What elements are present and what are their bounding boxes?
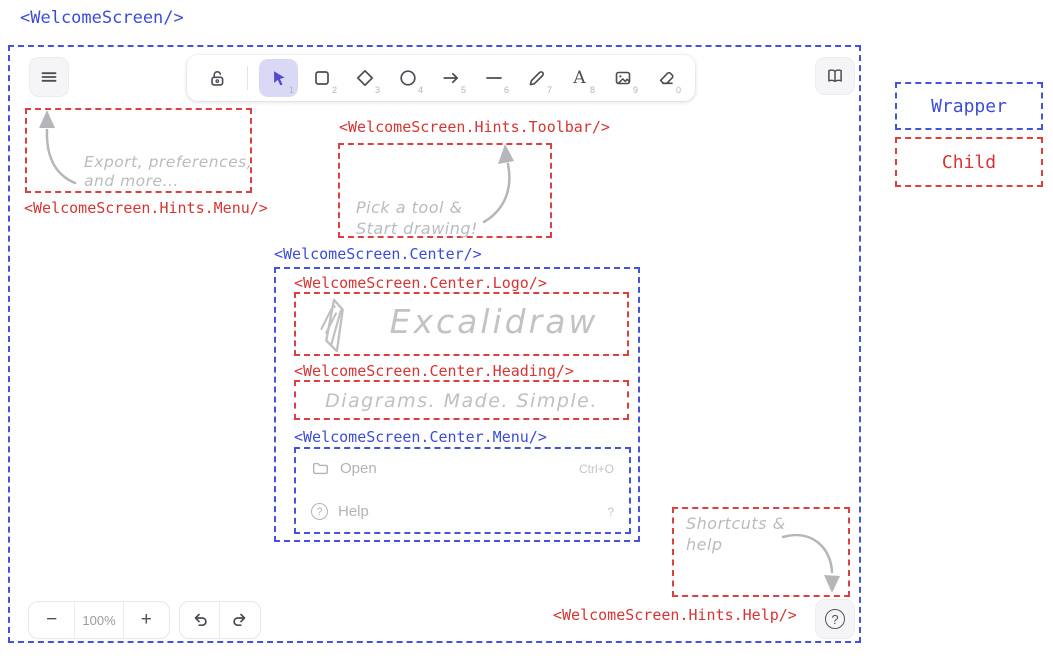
- question-circle-icon: ?: [311, 503, 328, 520]
- text-tool-icon: A: [573, 68, 585, 88]
- hints-toolbar-text: Pick a tool & Start drawing!: [356, 197, 478, 239]
- menu-item-label: Help: [338, 503, 369, 520]
- cursor-icon: [269, 68, 289, 88]
- hints-help-text: Shortcuts & help: [686, 513, 786, 555]
- zoom-level-readout[interactable]: 100%: [75, 602, 122, 638]
- center-logo-box: Excalidraw: [294, 292, 629, 356]
- undo-arrow-icon: [190, 610, 210, 630]
- tool-shortcut-number: 1: [289, 85, 294, 95]
- line-icon: [484, 68, 504, 88]
- arrow-icon: [441, 68, 461, 88]
- menu-item-shortcut: ?: [607, 505, 614, 519]
- tool-text[interactable]: A 8: [560, 59, 599, 97]
- diamond-icon: [355, 68, 375, 88]
- menu-item-shortcut: Ctrl+O: [579, 462, 614, 476]
- folder-icon: [311, 459, 330, 478]
- legend-wrapper-label: Wrapper: [931, 96, 1007, 117]
- tool-toolbar: 1 2 3 4 5: [187, 55, 695, 101]
- excalidraw-logo-text: Excalidraw: [364, 302, 624, 341]
- center-label: <WelcomeScreen.Center/>: [274, 245, 482, 263]
- help-button[interactable]: ?: [815, 599, 855, 639]
- center-logo-label: <WelcomeScreen.Center.Logo/>: [294, 274, 547, 292]
- eraser-icon: [656, 68, 676, 88]
- hints-help-text-line1: Shortcuts &: [686, 513, 786, 534]
- tool-shortcut-number: 0: [676, 85, 681, 95]
- hints-menu-label: <WelcomeScreen.Hints.Menu/>: [24, 199, 268, 217]
- center-menu-item-open[interactable]: Open Ctrl+O: [311, 459, 614, 478]
- minus-icon: −: [46, 609, 57, 631]
- hints-help-label: <WelcomeScreen.Hints.Help/>: [553, 606, 797, 624]
- tool-shortcut-number: 7: [547, 85, 552, 95]
- redo-button[interactable]: [220, 602, 260, 638]
- library-button[interactable]: [815, 57, 855, 95]
- tool-shortcut-number: 6: [504, 85, 509, 95]
- center-heading-box: Diagrams. Made. Simple.: [294, 380, 629, 420]
- question-circle-icon: ?: [825, 609, 845, 629]
- tool-eraser[interactable]: 0: [646, 59, 685, 97]
- tool-line[interactable]: 6: [474, 59, 513, 97]
- book-icon: [825, 66, 845, 86]
- hints-toolbar-text-line2: Start drawing!: [356, 218, 478, 239]
- main-menu-button[interactable]: [29, 57, 69, 97]
- center-heading-text: Diagrams. Made. Simple.: [296, 390, 627, 412]
- hints-menu-text-line1: Export, preferences,: [84, 153, 252, 172]
- tool-shortcut-number: 2: [332, 85, 337, 95]
- tool-ellipse[interactable]: 4: [388, 59, 427, 97]
- redo-arrow-icon: [230, 610, 250, 630]
- legend-wrapper-box: Wrapper: [895, 82, 1043, 130]
- legend-child-label: Child: [942, 152, 996, 173]
- excalidraw-logo-icon: [318, 297, 350, 360]
- menu-item-label: Open: [340, 460, 377, 477]
- center-menu-item-help[interactable]: ? Help ?: [311, 503, 614, 520]
- center-box: <WelcomeScreen.Center.Logo/> Excalidraw …: [274, 267, 640, 542]
- tool-shortcut-number: 3: [375, 85, 380, 95]
- excalidraw-canvas[interactable]: 1 2 3 4 5: [8, 45, 861, 643]
- pencil-icon: [527, 68, 547, 88]
- zoom-stepper: − 100% +: [28, 601, 170, 639]
- plus-icon: +: [141, 609, 152, 631]
- tool-selection[interactable]: 1: [259, 59, 298, 97]
- zoom-out-button[interactable]: −: [29, 602, 74, 638]
- lock-tool-button[interactable]: [197, 59, 236, 97]
- tool-arrow[interactable]: 5: [431, 59, 470, 97]
- tool-draw[interactable]: 7: [517, 59, 556, 97]
- toolbar-divider: [247, 66, 248, 90]
- zoom-in-button[interactable]: +: [124, 602, 169, 638]
- center-heading-label: <WelcomeScreen.Center.Heading/>: [294, 362, 574, 380]
- tool-shortcut-number: 9: [633, 85, 638, 95]
- legend-child-box: Child: [895, 137, 1043, 187]
- hints-menu-text-line2: and more...: [84, 172, 252, 191]
- image-icon: [613, 68, 633, 88]
- unlock-icon: [207, 68, 227, 88]
- hamburger-icon: [39, 67, 59, 87]
- ellipse-icon: [398, 68, 418, 88]
- tool-image[interactable]: 9: [603, 59, 642, 97]
- welcomescreen-label: <WelcomeScreen/>: [20, 8, 184, 28]
- hints-menu-text: Export, preferences, and more...: [84, 153, 252, 191]
- zoom-percent-text: 100%: [82, 613, 115, 628]
- tool-shortcut-number: 8: [590, 85, 595, 95]
- rectangle-icon: [312, 68, 332, 88]
- hints-help-text-line2: help: [686, 534, 786, 555]
- center-menu-label: <WelcomeScreen.Center.Menu/>: [294, 428, 547, 446]
- tool-shortcut-number: 5: [461, 85, 466, 95]
- hints-toolbar-text-line1: Pick a tool &: [356, 197, 478, 218]
- undo-button[interactable]: [180, 602, 219, 638]
- tool-diamond[interactable]: 3: [345, 59, 384, 97]
- tool-shortcut-number: 4: [418, 85, 423, 95]
- hints-toolbar-label: <WelcomeScreen.Hints.Toolbar/>: [339, 118, 610, 136]
- center-menu-box: Open Ctrl+O ? Help ?: [294, 447, 631, 534]
- undo-redo-group: [179, 601, 261, 639]
- tool-rectangle[interactable]: 2: [302, 59, 341, 97]
